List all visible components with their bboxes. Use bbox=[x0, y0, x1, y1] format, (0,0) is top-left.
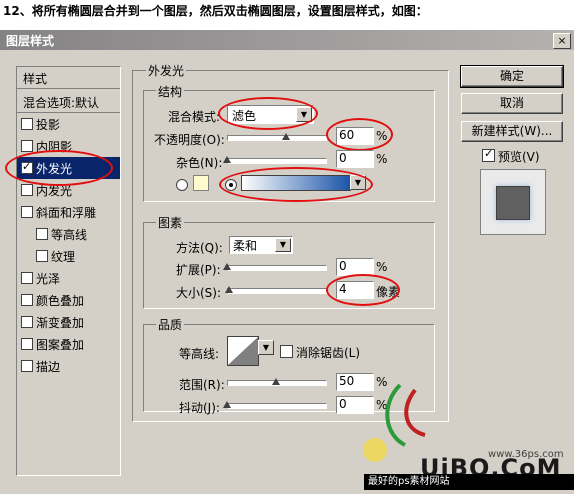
structure-title: 结构 bbox=[156, 83, 185, 100]
ok-button[interactable]: 确定 bbox=[460, 65, 564, 88]
contour-icon[interactable] bbox=[227, 336, 259, 366]
preview-square bbox=[496, 186, 530, 220]
close-icon[interactable]: × bbox=[553, 33, 571, 49]
title-bar bbox=[0, 30, 574, 50]
sidebar-item[interactable]: 纹理 bbox=[17, 245, 120, 267]
sidebar-checkbox[interactable] bbox=[21, 140, 33, 152]
solid-color-radio[interactable] bbox=[176, 179, 188, 191]
sidebar-item[interactable]: 图案叠加 bbox=[17, 333, 120, 355]
sidebar-item-label: 纹理 bbox=[51, 250, 76, 264]
sidebar-item-label: 描边 bbox=[36, 360, 61, 374]
new-style-button[interactable]: 新建样式(W)... bbox=[461, 121, 563, 142]
size-slider[interactable] bbox=[227, 288, 327, 294]
sidebar-checkbox[interactable] bbox=[21, 360, 33, 372]
sidebar-item-label: 等高线 bbox=[51, 228, 88, 242]
gradient-annotation bbox=[219, 167, 373, 202]
slider-thumb-icon[interactable] bbox=[281, 133, 290, 140]
anti-aliased-label: 消除锯齿(L) bbox=[296, 346, 361, 360]
blend-mode-label: 混合模式: bbox=[168, 110, 221, 124]
sidebar-item-label: 颜色叠加 bbox=[36, 294, 85, 308]
outer-glow-annotation bbox=[5, 150, 113, 186]
size-label: 大小(S): bbox=[176, 286, 222, 300]
styles-header[interactable]: 样式 bbox=[17, 67, 120, 89]
opacity-annotation bbox=[326, 118, 393, 151]
glow-color-swatch[interactable] bbox=[193, 175, 209, 191]
sidebar-checkbox[interactable] bbox=[36, 228, 48, 240]
sidebar-item[interactable]: 斜面和浮雕 bbox=[17, 201, 120, 223]
noise-label: 杂色(N): bbox=[176, 156, 223, 170]
preview-label: 预览(V) bbox=[498, 150, 540, 164]
noise-slider[interactable] bbox=[227, 158, 327, 164]
sidebar-item-label: 渐变叠加 bbox=[36, 316, 85, 330]
sidebar-checkbox[interactable] bbox=[21, 184, 33, 196]
watermark-tagline: 最好的ps素材网站 bbox=[364, 474, 574, 490]
slider-thumb-icon[interactable] bbox=[223, 263, 231, 270]
instruction-text: 12、将所有椭圆层合并到一个图层，然后双击椭圆图层，设置图层样式，如图： bbox=[3, 4, 428, 18]
outer-glow-title: 外发光 bbox=[146, 62, 187, 79]
slider-thumb-icon[interactable] bbox=[223, 156, 231, 163]
opacity-slider[interactable] bbox=[227, 135, 327, 141]
noise-percent: % bbox=[376, 152, 388, 166]
preview-swatch-icon bbox=[480, 169, 546, 235]
sidebar-item[interactable]: 投影 bbox=[17, 113, 120, 135]
sidebar-item[interactable]: 颜色叠加 bbox=[17, 289, 120, 311]
preview-checkbox[interactable]: ✓ bbox=[482, 147, 495, 162]
blending-options-item[interactable]: 混合选项:默认 bbox=[17, 91, 120, 113]
noise-input[interactable]: 0 bbox=[336, 150, 374, 168]
technique-select[interactable]: 柔和 ▼ bbox=[229, 236, 293, 254]
contour-icon bbox=[228, 337, 258, 365]
technique-value: 柔和 bbox=[233, 239, 258, 253]
sidebar-item-label: 斜面和浮雕 bbox=[36, 206, 97, 220]
sidebar-item[interactable]: 渐变叠加 bbox=[17, 311, 120, 333]
sidebar-checkbox[interactable] bbox=[21, 338, 33, 350]
slider-thumb-icon[interactable] bbox=[223, 401, 231, 408]
opacity-label: 不透明度(O): bbox=[154, 133, 225, 147]
elements-title: 图素 bbox=[156, 214, 185, 231]
size-annotation bbox=[326, 274, 400, 306]
dialog-title: 图层样式 bbox=[6, 34, 55, 48]
checkmark-icon: ✓ bbox=[484, 147, 494, 160]
jitter-label: 抖动(J): bbox=[179, 401, 220, 415]
sidebar-checkbox[interactable] bbox=[21, 316, 33, 328]
slider-thumb-icon[interactable] bbox=[224, 286, 233, 293]
sidebar-item-label: 投影 bbox=[36, 118, 61, 132]
sidebar-checkbox[interactable] bbox=[21, 294, 33, 306]
sidebar-item-label: 图案叠加 bbox=[36, 338, 85, 352]
contour-label: 等高线: bbox=[179, 347, 220, 361]
sidebar-item[interactable]: 光泽 bbox=[17, 267, 120, 289]
jitter-slider[interactable] bbox=[227, 403, 327, 409]
dropdown-arrow-icon: ▼ bbox=[275, 238, 291, 252]
spread-label: 扩展(P): bbox=[176, 263, 221, 277]
blend-mode-annotation bbox=[218, 97, 318, 130]
quality-title: 品质 bbox=[156, 316, 185, 333]
sidebar-item-label: 光泽 bbox=[36, 272, 61, 286]
sidebar-item[interactable]: 描边 bbox=[17, 355, 120, 377]
technique-label: 方法(Q): bbox=[176, 241, 223, 255]
sidebar-checkbox[interactable] bbox=[21, 118, 33, 130]
sidebar-item[interactable]: 等高线 bbox=[17, 223, 120, 245]
sidebar-checkbox[interactable] bbox=[36, 250, 48, 262]
slider-thumb-icon[interactable] bbox=[272, 378, 280, 385]
sidebar-checkbox[interactable] bbox=[21, 206, 33, 218]
dropdown-arrow-icon[interactable]: ▼ bbox=[258, 340, 274, 355]
cancel-button[interactable]: 取消 bbox=[461, 93, 563, 114]
range-label: 范围(R): bbox=[179, 378, 225, 392]
style-list: 样式 混合选项:默认 投影 内阴影 ✓ 外发光 内发光 斜面和浮雕 等高线 纹理 光泽 颜色叠加渐… bbox=[16, 66, 121, 476]
anti-aliased-checkbox[interactable] bbox=[280, 345, 293, 358]
spread-slider[interactable] bbox=[227, 265, 327, 271]
spread-percent: % bbox=[376, 260, 388, 274]
sidebar-checkbox[interactable] bbox=[21, 272, 33, 284]
